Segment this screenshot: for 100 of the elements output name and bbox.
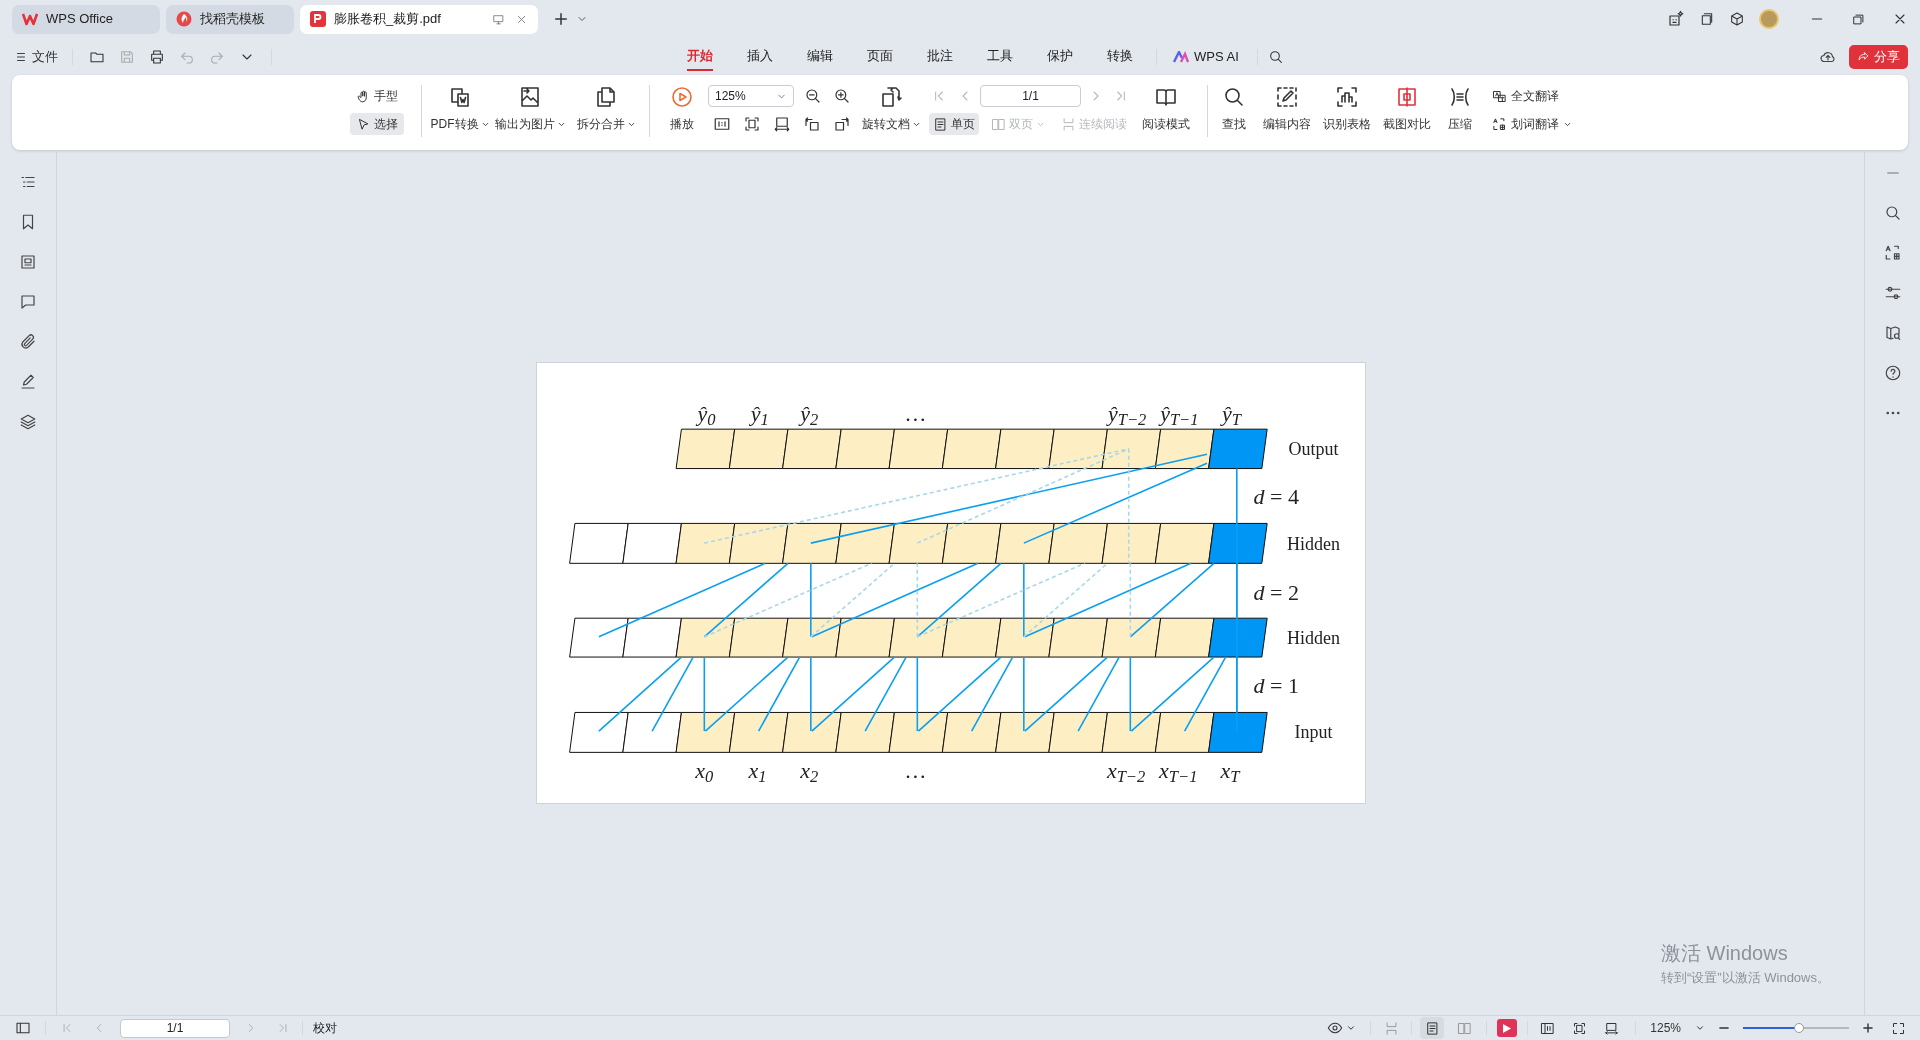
sidebar-toggle-icon[interactable] [15, 1020, 31, 1036]
output-label: ŷ$_{1}$ [750, 403, 769, 426]
translate-icon[interactable] [1883, 244, 1902, 262]
ribbon-button[interactable]: 输出为图片 [495, 75, 565, 133]
input-label: … [905, 760, 926, 782]
window-tab[interactable]: WPS Office [12, 4, 160, 34]
input-label: x$_{2}$ [800, 760, 819, 782]
menu-tab[interactable]: 工具 [987, 42, 1013, 71]
output-label: ŷ$_{T−2}$ [1107, 403, 1147, 426]
ribbon-button[interactable]: 播放 [664, 75, 700, 133]
input-label: x$_{T}$ [1220, 760, 1240, 782]
page-number-field[interactable]: 1/1 [980, 85, 1081, 107]
read-mode-icon[interactable] [1540, 1020, 1556, 1036]
fit-width-icon[interactable] [1604, 1020, 1620, 1036]
copy-pages-icon [594, 85, 618, 109]
monitor-icon[interactable] [492, 12, 505, 26]
ribbon-button[interactable]: 阅读模式 [1138, 75, 1194, 133]
eye-icon[interactable] [1327, 1020, 1344, 1036]
zoom-in-icon[interactable] [833, 87, 851, 105]
file-menu[interactable]: 文件 [14, 46, 58, 67]
ribbon-button[interactable]: PDF转换 [427, 75, 493, 133]
output-label: … [905, 403, 926, 426]
search-icon[interactable] [1267, 48, 1284, 65]
rotate-left-icon[interactable] [803, 115, 821, 133]
window-tab[interactable]: 找稻壳模板 [166, 4, 294, 34]
menu-tab[interactable]: 转换 [1107, 42, 1133, 71]
input-label: x$_{T−2}$ [1106, 760, 1146, 782]
menu-tab[interactable]: 批注 [927, 42, 953, 71]
menu-tab[interactable]: 保护 [1047, 42, 1073, 71]
caret-icon[interactable] [1346, 1023, 1357, 1033]
zoom-out-icon[interactable] [804, 87, 822, 105]
two-page-icon [1456, 1020, 1472, 1036]
output-label: ŷ$_{2}$ [800, 403, 819, 426]
tab-label: WPS Office [46, 10, 113, 29]
share-button[interactable]: 分享 [1849, 44, 1908, 69]
ribbon-button[interactable]: 压缩 [1442, 75, 1478, 133]
ribbon-button[interactable]: 拆分合并 [575, 75, 637, 133]
play-button[interactable] [1497, 1019, 1518, 1037]
ai-logo-icon [1173, 50, 1189, 63]
ribbon-button[interactable]: 查找 [1216, 75, 1252, 133]
document-convert-icon [448, 85, 472, 109]
logo-icon [22, 12, 38, 26]
dilation-label: d = 4 [1253, 485, 1299, 508]
search-icon[interactable] [1883, 204, 1902, 222]
activation-notice: 激活 Windows [1661, 940, 1789, 966]
layer-label: Output [1288, 439, 1339, 458]
thumbnail-icon[interactable] [19, 253, 37, 271]
pointer-tool[interactable]: 选择 [350, 113, 404, 135]
fit-width-icon[interactable] [773, 115, 791, 133]
ribbon-button[interactable]: 编辑内容 [1260, 75, 1314, 133]
output-label: ŷ$_{T−1}$ [1160, 403, 1199, 426]
translate-button[interactable]: 全文翻译 [1492, 85, 1588, 107]
pen-icon[interactable] [19, 373, 37, 391]
comment-icon[interactable] [19, 293, 37, 311]
new-tab-icon[interactable] [552, 10, 570, 28]
ribbon-button[interactable]: 识别表格 [1320, 75, 1374, 133]
pointer-tool[interactable]: 手型 [350, 85, 404, 107]
caret-icon[interactable] [1695, 1023, 1705, 1033]
menu-tab[interactable]: 开始 [687, 42, 713, 71]
layer-label: Hidden [1287, 628, 1340, 647]
activation-notice: 转到“设置”以激活 Windows。 [1661, 968, 1830, 987]
menu-tab[interactable]: 插入 [747, 42, 773, 71]
robot-icon[interactable] [1667, 10, 1685, 28]
cube-icon[interactable] [1729, 11, 1745, 27]
zoom-value: 125% [715, 88, 746, 105]
zoom-value: 125% [1650, 1020, 1681, 1037]
slider-thumb[interactable] [1794, 1023, 1805, 1033]
fullscreen-icon[interactable] [1891, 1020, 1906, 1036]
dilation-label: d = 1 [1253, 674, 1299, 697]
view-mode-button[interactable]: 单页 [929, 113, 979, 135]
help-icon[interactable] [1883, 364, 1902, 382]
paperclip-icon[interactable] [19, 333, 37, 351]
tab-label: 找稻壳模板 [200, 10, 265, 29]
sliders-icon[interactable] [1883, 284, 1902, 302]
fit-page-icon[interactable] [1572, 1020, 1588, 1036]
print-icon[interactable] [149, 48, 165, 65]
actual-size-icon[interactable] [713, 115, 731, 133]
book-search-icon[interactable] [1883, 324, 1902, 342]
window-tab[interactable]: 膨胀卷积_裁剪.pdf [300, 4, 538, 34]
restore-icon[interactable] [1851, 11, 1866, 27]
proofread-button[interactable]: 校对 [313, 1019, 337, 1037]
menu-tab[interactable]: 编辑 [807, 42, 833, 71]
ribbon-button[interactable]: 截图对比 [1380, 75, 1434, 133]
wps-ai-tab[interactable]: WPS AI [1173, 46, 1239, 67]
page-number-field[interactable]: 1/1 [120, 1018, 230, 1038]
layers-icon[interactable] [19, 413, 37, 431]
zoom-in-icon[interactable] [1861, 1021, 1875, 1035]
fit-page-icon[interactable] [743, 115, 761, 133]
single-page-icon [933, 116, 948, 132]
flame-icon [176, 11, 192, 27]
translate-button[interactable]: 划词翻译 [1492, 113, 1588, 135]
ribbon-button[interactable]: 旋转文档 [860, 75, 922, 133]
zoom-combobox[interactable]: 125% [708, 85, 794, 107]
dilation-label: d = 2 [1253, 581, 1299, 604]
menu-tab[interactable]: 页面 [867, 42, 893, 71]
rotate-right-icon[interactable] [833, 115, 851, 133]
windows-icon[interactable] [1699, 11, 1715, 27]
view-button[interactable] [1420, 1017, 1445, 1039]
search-icon [1222, 85, 1246, 109]
layer-label: Input [1294, 723, 1333, 742]
